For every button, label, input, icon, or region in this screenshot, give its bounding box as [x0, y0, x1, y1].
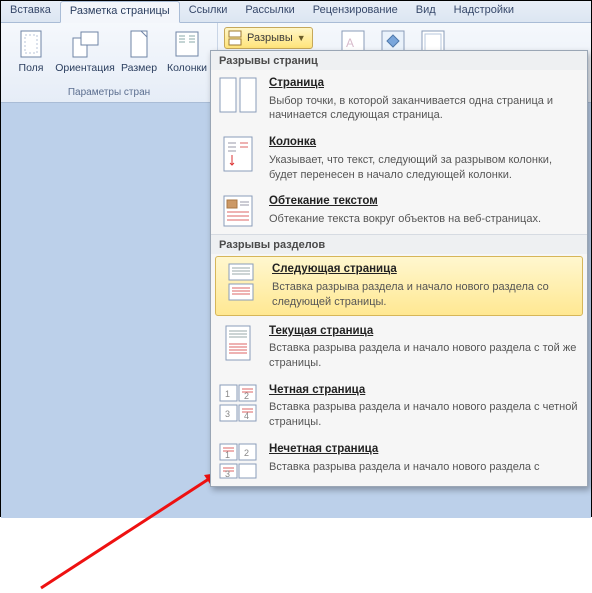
breaks-dropdown: Разрывы страниц Страница Выбор точки, в …	[210, 50, 588, 487]
svg-text:A: A	[346, 36, 354, 50]
orientation-label: Ориентация	[55, 62, 115, 74]
page-break-icon	[217, 76, 259, 123]
red-arrow-annotation	[36, 463, 236, 593]
tab-insert[interactable]: Вставка	[1, 1, 60, 22]
item-desc: Вставка разрыва раздела и начало нового …	[272, 280, 576, 310]
break-oddpage-item[interactable]: 1 2 3 Нечетная страница Вставка разрыва ра…	[211, 436, 587, 486]
chevron-down-icon: ▼	[297, 33, 306, 43]
tab-review[interactable]: Рецензирование	[304, 1, 407, 22]
page-setup-group-label: Параметры стран	[1, 87, 217, 98]
break-textwrap-item[interactable]: Обтекание текстом Обтекание текста вокру…	[211, 188, 587, 234]
svg-text:2: 2	[244, 448, 249, 458]
item-title: Колонка	[269, 135, 579, 151]
continuous-break-icon	[217, 324, 259, 371]
item-desc: Вставка разрыва раздела и начало нового …	[269, 460, 579, 475]
margins-button[interactable]: Поля	[7, 26, 55, 76]
item-title: Четная страница	[269, 383, 579, 399]
orientation-button[interactable]: Ориентация	[55, 26, 115, 76]
evenpage-break-icon: 1 2 3 4	[217, 383, 259, 430]
break-page-item[interactable]: Страница Выбор точки, в которой заканчив…	[211, 70, 587, 129]
size-icon	[123, 28, 155, 60]
item-title: Страница	[269, 76, 579, 92]
item-desc: Указывает, что текст, следующий за разры…	[269, 153, 579, 183]
size-label: Размер	[121, 62, 157, 74]
svg-text:1: 1	[225, 450, 230, 460]
item-title: Нечетная страница	[269, 442, 579, 458]
breaks-button[interactable]: Разрывы ▼	[224, 27, 313, 49]
item-desc: Вставка разрыва раздела и начало нового …	[269, 341, 579, 371]
break-evenpage-item[interactable]: 1 2 3 4 Четная страница Вставка разрыва раз…	[211, 377, 587, 436]
tab-links[interactable]: Ссылки	[180, 1, 237, 22]
column-break-icon	[217, 135, 259, 182]
nextpage-break-icon	[220, 262, 262, 309]
columns-label: Колонки	[167, 62, 207, 74]
tab-addins[interactable]: Надстройки	[445, 1, 523, 22]
svg-text:1: 1	[225, 389, 230, 399]
columns-button[interactable]: Колонки	[163, 26, 211, 76]
breaks-label: Разрывы	[247, 32, 293, 44]
margins-label: Поля	[19, 62, 44, 74]
item-title: Обтекание текстом	[269, 194, 579, 210]
page-breaks-header: Разрывы страниц	[211, 51, 587, 70]
orientation-icon	[69, 28, 101, 60]
textwrap-break-icon	[217, 194, 259, 228]
item-desc: Обтекание текста вокруг объектов на веб-…	[269, 212, 579, 227]
page-setup-group: Поля Ориентация Размер Колонки Параметры…	[1, 23, 218, 99]
tab-mailings[interactable]: Рассылки	[236, 1, 303, 22]
svg-text:3: 3	[225, 409, 230, 419]
section-breaks-header: Разрывы разделов	[211, 235, 587, 254]
svg-text:4: 4	[244, 411, 249, 421]
item-desc: Вставка разрыва раздела и начало нового …	[269, 400, 579, 430]
break-column-item[interactable]: Колонка Указывает, что текст, следующий …	[211, 129, 587, 188]
size-button[interactable]: Размер	[115, 26, 163, 76]
break-nextpage-item[interactable]: Следующая страница Вставка разрыва разде…	[215, 256, 583, 315]
ribbon-tabs: Вставка Разметка страницы Ссылки Рассылк…	[1, 1, 591, 23]
item-title: Текущая страница	[269, 324, 579, 340]
tab-page-layout[interactable]: Разметка страницы	[60, 1, 180, 23]
margins-icon	[15, 28, 47, 60]
svg-text:2: 2	[244, 391, 249, 401]
item-desc: Выбор точки, в которой заканчивается одн…	[269, 94, 579, 124]
break-continuous-item[interactable]: Текущая страница Вставка разрыва раздела…	[211, 318, 587, 377]
svg-text:3: 3	[225, 469, 230, 479]
tab-view[interactable]: Вид	[407, 1, 445, 22]
columns-icon	[171, 28, 203, 60]
breaks-icon	[227, 30, 243, 46]
item-title: Следующая страница	[272, 262, 576, 278]
oddpage-break-icon: 1 2 3	[217, 442, 259, 480]
